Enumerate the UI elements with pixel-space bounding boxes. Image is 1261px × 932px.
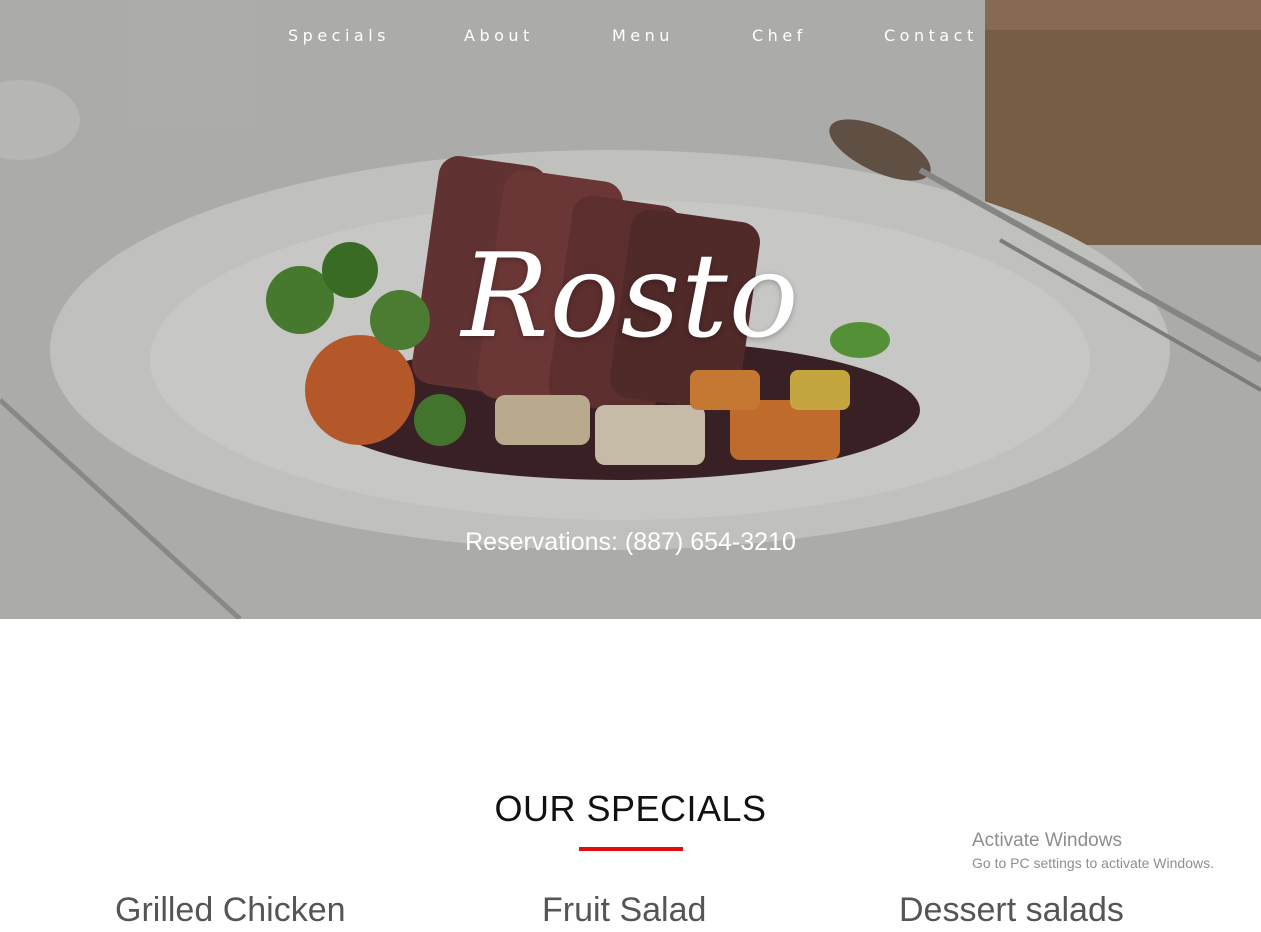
nav-item-specials[interactable]: Specials (288, 26, 390, 45)
nav-item-menu[interactable]: Menu (612, 26, 674, 45)
specials-heading: OUR SPECIALS (494, 788, 767, 829)
watermark-title: Activate Windows (972, 830, 1122, 851)
watermark-subtitle: Go to PC settings to activate Windows. (972, 855, 1214, 871)
brand-logo-text: Rosto (461, 229, 800, 364)
special-item-name: Grilled Chicken (115, 891, 346, 929)
nav-item-about[interactable]: About (464, 26, 534, 45)
specials-heading-underline (579, 847, 683, 851)
special-item-name: Dessert salads (899, 891, 1124, 929)
hero-section: Specials About Menu Chef Contact Rosto R… (0, 0, 1261, 619)
nav-item-chef[interactable]: Chef (752, 26, 807, 45)
main-nav: Specials About Menu Chef Contact (0, 26, 1261, 48)
reservations-phone: Reservations: (887) 654-3210 (465, 528, 796, 556)
special-item-name: Fruit Salad (542, 891, 707, 929)
windows-activation-watermark: Activate Windows Go to PC settings to ac… (972, 829, 1214, 873)
nav-item-contact[interactable]: Contact (884, 26, 978, 45)
